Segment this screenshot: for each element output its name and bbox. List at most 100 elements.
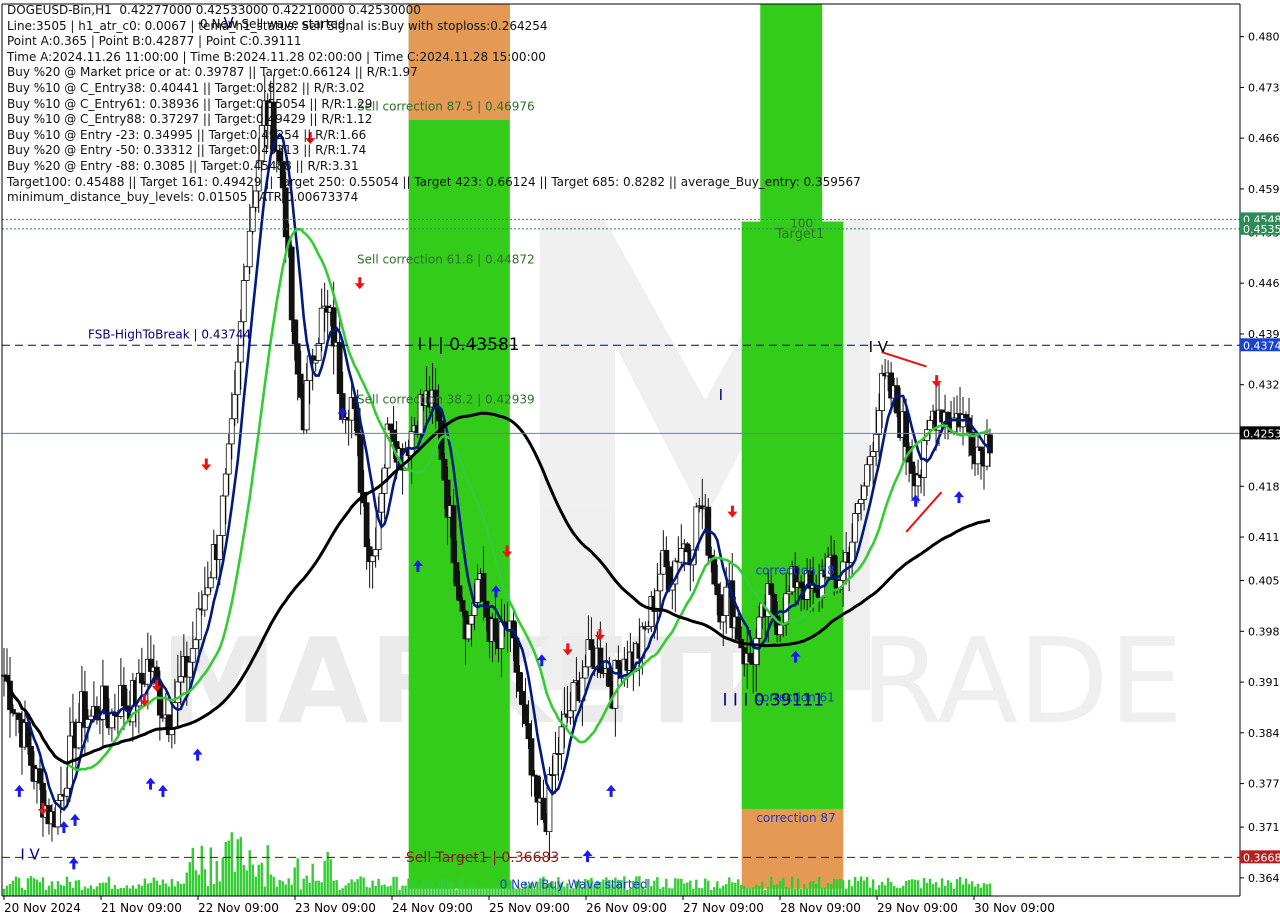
volume-bar — [233, 871, 236, 896]
volume-bar — [404, 885, 407, 896]
volume-bar — [761, 881, 764, 896]
volume-bar — [200, 845, 203, 896]
volume-bar — [677, 878, 680, 896]
volume-bar — [796, 878, 800, 896]
info-line: Buy %20 @ Market price or at: 0.39787 ||… — [7, 65, 418, 80]
volume-bar — [5, 885, 9, 896]
volume-bar — [674, 878, 677, 896]
volume-bar — [862, 880, 866, 896]
volume-bar — [287, 878, 290, 896]
annotation: correction 38 — [755, 564, 834, 578]
candle-body — [456, 585, 463, 601]
candle-body — [459, 600, 466, 612]
info-line: Buy %10 @ C_Entry88: 0.37297 || Target:0… — [7, 112, 373, 127]
volume-bar — [197, 874, 201, 896]
volume-bar — [329, 859, 332, 896]
candle-body — [387, 423, 394, 431]
candle-body — [330, 307, 337, 347]
x-tick-label: 25 Nov 09:00 — [489, 901, 570, 915]
volume-bar — [671, 888, 674, 896]
volume-bar — [734, 882, 737, 896]
watermark-text-right: RADE — [860, 612, 1183, 750]
volume-bar — [467, 883, 470, 896]
volume-bar — [11, 880, 15, 896]
volume-bar — [356, 879, 359, 896]
volume-bar — [823, 887, 827, 896]
volume-bar — [380, 885, 383, 896]
candle-body — [870, 451, 877, 457]
y-tick-label: 0.364 — [1248, 872, 1280, 885]
candle-body — [28, 745, 34, 766]
volume-bar — [215, 860, 218, 896]
volume-bar — [251, 864, 254, 896]
volume-bar — [479, 884, 482, 896]
volume-bar — [662, 887, 665, 896]
volume-bar — [173, 886, 177, 896]
volume-bar — [746, 888, 749, 896]
x-tick-label: 21 Nov 09:00 — [101, 901, 182, 915]
price-label: 0.3668 — [1243, 851, 1280, 864]
volume-bar — [913, 879, 917, 896]
volume-bar — [347, 882, 350, 896]
volume-bar — [695, 879, 698, 896]
volume-bar — [955, 879, 959, 896]
volume-bar — [653, 880, 656, 896]
annotation: 0 New Buy Wave started — [500, 878, 648, 892]
volume-bar — [368, 887, 371, 896]
candle-body — [747, 652, 754, 663]
volume-bar — [482, 886, 485, 896]
price-label: 0.4535 — [1243, 223, 1280, 236]
price-label: 0.4253 — [1243, 427, 1280, 440]
candle-body — [588, 639, 595, 650]
info-panel: DOGEUSD-Bin,H1 0.42277000 0.42533000 0.4… — [7, 3, 861, 206]
volume-bar — [221, 857, 224, 896]
volume-bar — [32, 878, 36, 896]
candle-body — [768, 583, 775, 595]
volume-bar — [428, 878, 431, 896]
candle-body — [528, 738, 535, 776]
x-tick-label: 23 Nov 09:00 — [295, 901, 376, 915]
x-tick-label: 30 Nov 09:00 — [974, 901, 1055, 915]
y-tick-label: 0.377 — [1248, 778, 1280, 791]
volume-bar — [236, 839, 239, 896]
volume-bar — [281, 881, 284, 896]
volume-bar — [817, 877, 821, 896]
candle-body — [312, 359, 319, 364]
volume-bar — [776, 884, 779, 896]
volume-bar — [305, 875, 308, 896]
volume-bar — [182, 883, 186, 896]
candle-body — [234, 361, 241, 396]
volume-bar — [254, 876, 257, 896]
volume-bar — [95, 886, 99, 896]
candle-body — [363, 502, 370, 548]
candle-body — [615, 659, 622, 669]
annotation: Sell correction 38.2 | 0.42939 — [357, 393, 535, 407]
volume-bar — [680, 878, 683, 896]
candle-body — [246, 230, 253, 268]
candle-body — [207, 577, 214, 589]
volume-bar — [494, 887, 497, 896]
volume-bar — [8, 883, 12, 896]
volume-bar — [752, 887, 755, 896]
volume-bar — [838, 878, 842, 896]
candle-body — [222, 473, 229, 497]
candle-body — [480, 573, 487, 602]
zone-buy-zone-green — [741, 221, 844, 809]
x-tick-label: 20 Nov 2024 — [4, 901, 81, 915]
volume-bar — [922, 878, 926, 896]
candle-body — [465, 623, 472, 640]
candle-body — [315, 343, 322, 361]
candle-body — [450, 505, 457, 564]
volume-bar — [434, 885, 437, 896]
x-tick-label: 22 Nov 09:00 — [198, 901, 279, 915]
candle-body — [657, 573, 664, 592]
volume-bar — [449, 880, 452, 896]
volume-bar — [203, 869, 206, 896]
volume-bar — [964, 878, 968, 896]
volume-bar — [443, 878, 446, 896]
candle-body — [567, 710, 574, 718]
candle-body — [369, 555, 376, 562]
candle-body — [855, 503, 862, 514]
volume-bar — [811, 881, 815, 896]
volume-bar — [149, 882, 153, 896]
